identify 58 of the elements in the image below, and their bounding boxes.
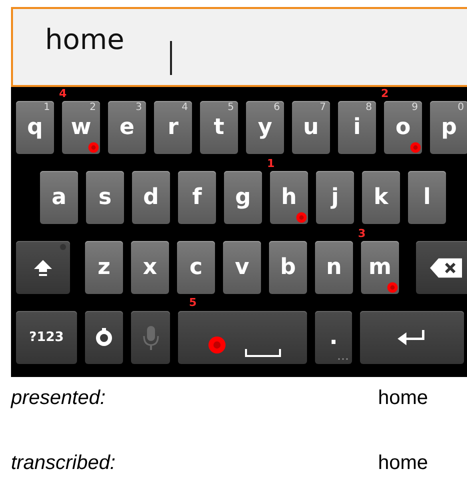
key-hint-digit: 4 (182, 103, 188, 113)
result-value: home (378, 387, 428, 410)
key[interactable]: z (85, 241, 123, 294)
key-hint-digit: 7 (320, 103, 326, 113)
key[interactable]: d (132, 171, 170, 224)
key-hint-digit: 3 (136, 103, 142, 113)
key[interactable]: g (224, 171, 262, 224)
key[interactable]: q 1 (16, 101, 54, 154)
result-label: transcribed: (11, 452, 116, 475)
key[interactable]: s (86, 171, 124, 224)
key[interactable]: c (177, 241, 215, 294)
key-hint-digit: 6 (274, 103, 280, 113)
shift-key[interactable] (16, 241, 70, 294)
key[interactable]: x (131, 241, 169, 294)
key[interactable]: e 3 (108, 101, 146, 154)
period-key[interactable]: . (315, 311, 352, 364)
key-hint-digit: 9 (412, 103, 418, 113)
key[interactable]: f (178, 171, 216, 224)
key[interactable]: l (408, 171, 446, 224)
space-bar-icon (244, 348, 280, 356)
key-hint-digit: 2 (90, 103, 96, 113)
settings-key[interactable] (85, 311, 123, 364)
result-label: presented: (11, 387, 107, 410)
key-hint-digit: 0 (458, 103, 464, 113)
key[interactable]: k (362, 171, 400, 224)
touch-number: 4 (58, 88, 68, 100)
touch-number: 3 (357, 228, 367, 240)
touch-point-icon (208, 336, 226, 354)
key[interactable]: n (315, 241, 353, 294)
backspace-icon (430, 258, 462, 278)
key-hint-digit: 8 (366, 103, 372, 113)
delete-key[interactable] (416, 241, 467, 294)
touch-number: 1 (266, 158, 276, 170)
key[interactable]: t 5 (200, 101, 238, 154)
text-cursor (170, 41, 172, 75)
touch-point-icon (88, 142, 99, 153)
settings-icon (94, 328, 114, 348)
key[interactable]: u 7 (292, 101, 330, 154)
key[interactable]: j (316, 171, 354, 224)
touch-number: 5 (188, 297, 198, 309)
enter-key[interactable] (360, 311, 464, 364)
touch-point-icon (410, 142, 421, 153)
key[interactable]: r 4 (154, 101, 192, 154)
key[interactable]: b (269, 241, 307, 294)
key-hint-digit: 1 (44, 103, 50, 113)
key[interactable]: p 0 (430, 101, 467, 154)
key[interactable]: v (223, 241, 261, 294)
key-hint-digit: 5 (228, 103, 234, 113)
text-input-field[interactable]: home (11, 7, 467, 87)
key[interactable]: y 6 (246, 101, 284, 154)
symbols-key[interactable]: ?123 (16, 311, 77, 364)
key[interactable]: i 8 (338, 101, 376, 154)
touch-point-icon (387, 282, 398, 293)
touch-point-icon (296, 212, 307, 223)
result-value: home (378, 452, 428, 475)
shift-arrow-icon (33, 258, 53, 278)
touch-number: 2 (380, 88, 390, 100)
key[interactable]: a (40, 171, 78, 224)
